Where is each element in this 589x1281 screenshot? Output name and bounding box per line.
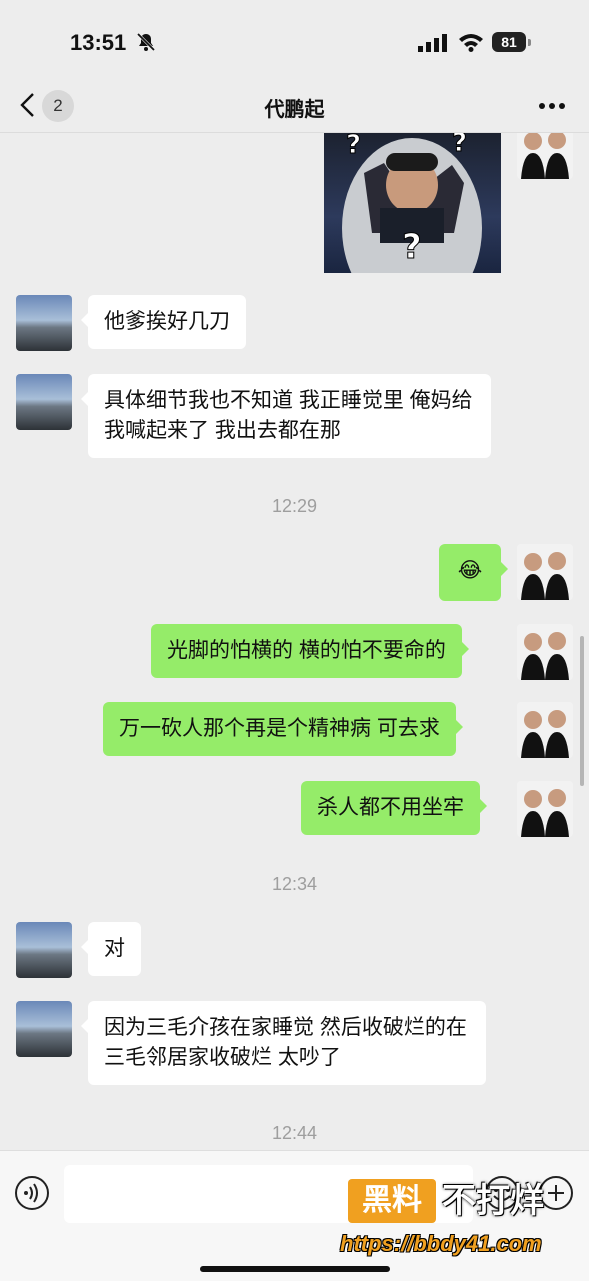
contact-avatar[interactable]	[16, 1001, 72, 1057]
message-bubble-received[interactable]: 他爹挨好几刀	[81, 295, 246, 349]
watermark-url: https://bbdy41.com	[340, 1231, 542, 1256]
input-bar: 黑料 不打烊 https://bbdy41.com	[0, 1150, 589, 1281]
timestamp: 12:29	[271, 496, 318, 516]
timestamp: 12:44	[271, 1123, 318, 1143]
my-avatar[interactable]	[517, 781, 573, 837]
image-message[interactable]: ? ? ?	[324, 133, 501, 273]
voice-icon[interactable]	[14, 1175, 50, 1211]
chat-title: 代鹏起	[264, 99, 325, 121]
contact-avatar[interactable]	[16, 922, 72, 978]
svg-text:?: ?	[346, 133, 361, 160]
signal-icon	[418, 34, 447, 52]
contact-avatar[interactable]	[16, 295, 72, 351]
my-avatar[interactable]	[517, 133, 573, 179]
bell-slash-icon	[136, 32, 156, 52]
message-bubble-received[interactable]: 具体细节我也不知道 我正睡觉里 俺妈给我喊起来了 我出去都在那	[81, 374, 491, 458]
chat-messages[interactable]: ? ? ? 他爹挨好几刀 具体细节我也不知道 我正睡觉里 俺妈给我喊起来了 我出…	[0, 133, 589, 1150]
message-bubble-sent[interactable]: 😂	[439, 544, 508, 601]
message-bubble-received[interactable]: 对	[81, 922, 141, 976]
contact-avatar[interactable]	[16, 374, 72, 430]
chat-header: 2 代鹏起	[0, 80, 589, 133]
my-avatar[interactable]	[517, 544, 573, 600]
battery-indicator: 81	[492, 32, 531, 52]
avatar-photo	[517, 624, 573, 680]
message-bubble-sent[interactable]: 杀人都不用坐牢	[301, 781, 487, 835]
my-avatar[interactable]	[517, 624, 573, 680]
scrollbar[interactable]	[580, 636, 584, 786]
wifi-icon	[459, 34, 483, 52]
more-icon[interactable]	[537, 96, 567, 116]
message-bubble-received[interactable]: 因为三毛介孩在家睡觉 然后收破烂的在三毛邻居家收破烂 太吵了	[81, 1001, 486, 1085]
egg-picture: ? ? ?	[342, 133, 482, 273]
svg-text:?: ?	[452, 133, 467, 158]
avatar-photo	[517, 781, 573, 837]
status-bar: 13:51 81	[0, 0, 589, 80]
message-bubble-sent[interactable]: 万一砍人那个再是个精神病 可去求	[103, 702, 463, 756]
my-avatar[interactable]	[517, 702, 573, 758]
avatar-photo	[517, 544, 573, 600]
svg-text:?: ?	[402, 227, 422, 267]
home-indicator[interactable]	[200, 1266, 390, 1272]
avatar-photo	[517, 133, 573, 179]
avatar-photo	[517, 702, 573, 758]
message-bubble-sent[interactable]: 光脚的怕横的 横的怕不要命的	[151, 624, 469, 678]
watermark-text: 不打烊	[442, 1182, 544, 1220]
timestamp: 12:34	[271, 874, 318, 894]
watermark-badge: 黑料	[348, 1179, 436, 1223]
status-time: 13:51	[70, 30, 127, 55]
